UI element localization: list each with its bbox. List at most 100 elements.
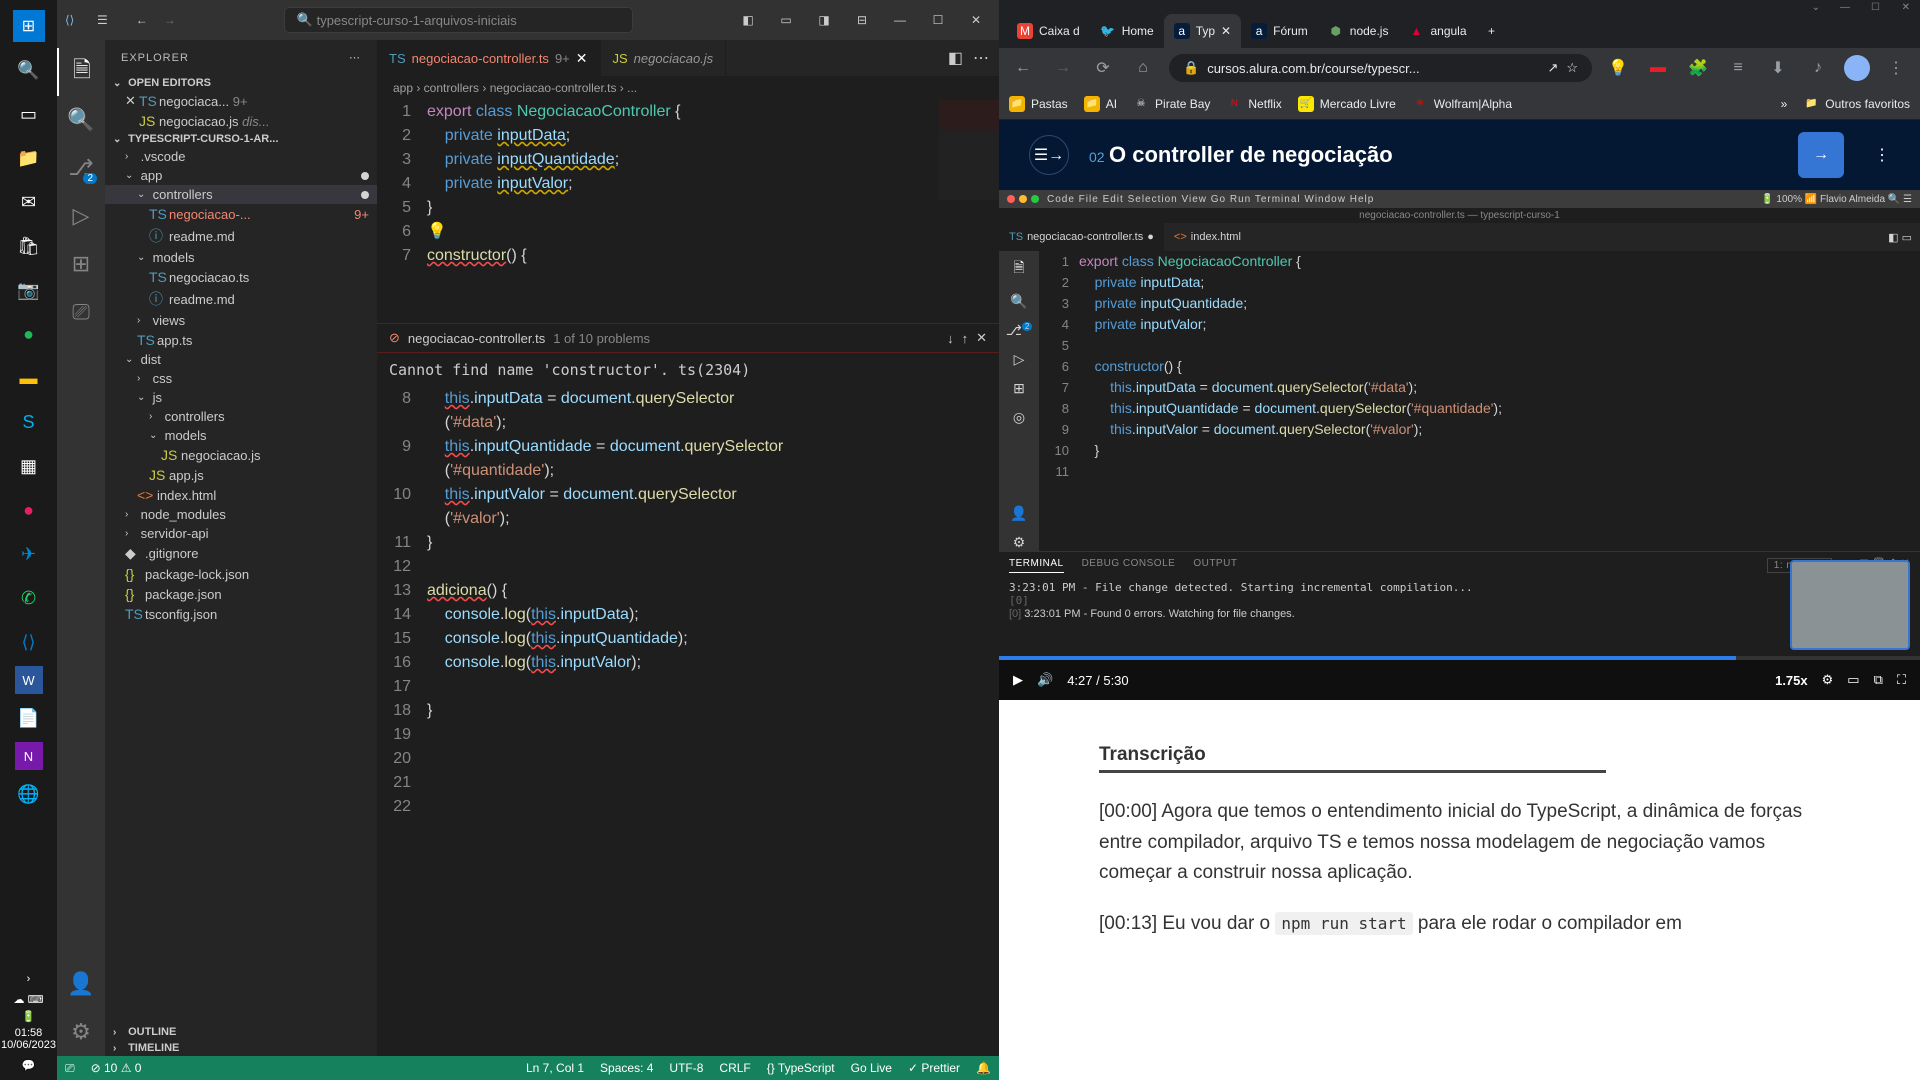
browser-tab[interactable]: MCaixa d <box>1007 14 1090 48</box>
tree-folder[interactable]: ⌄ models <box>105 248 377 267</box>
timeline-section[interactable]: › TIMELINE <box>105 1040 377 1056</box>
tree-folder[interactable]: ⌄ dist <box>105 350 377 369</box>
forward-icon[interactable]: → <box>1049 54 1077 82</box>
go-live[interactable]: Go Live <box>851 1061 892 1075</box>
more-icon[interactable]: ⋯ <box>973 48 989 68</box>
chrome-icon[interactable]: 🌐 <box>9 774 49 814</box>
bookmark-item[interactable]: 📁Pastas <box>1009 96 1068 112</box>
browser-tab[interactable]: aFórum <box>1241 14 1318 48</box>
tree-folder[interactable]: ⌄ controllers <box>105 185 377 204</box>
explorer-icon[interactable]: 🗎 <box>57 48 105 96</box>
tree-folder[interactable]: ⌄ js <box>105 388 377 407</box>
volume-icon[interactable]: 🔊 <box>1037 672 1053 688</box>
debug-icon[interactable]: ▷ <box>57 192 105 240</box>
store-icon[interactable]: 🛍 <box>9 226 49 266</box>
browser-tab[interactable]: ▲angula <box>1398 14 1476 48</box>
tree-folder[interactable]: ⌄ app <box>105 166 377 185</box>
tree-file[interactable]: <>index.html <box>105 485 377 505</box>
clock-time[interactable]: 01:58 <box>1 1027 56 1039</box>
menu-icon[interactable]: ⋮ <box>1882 54 1910 82</box>
notifications-icon[interactable]: 🔔 <box>976 1061 991 1075</box>
downloads-icon[interactable]: ⬇ <box>1764 54 1792 82</box>
eol[interactable]: CRLF <box>719 1061 750 1075</box>
source-control-icon[interactable]: ⎇2 <box>57 144 105 192</box>
next-icon[interactable]: ↓ <box>947 331 954 346</box>
tree-folder[interactable]: › servidor-api <box>105 524 377 543</box>
nav-forward-icon[interactable]: → <box>164 13 176 27</box>
file-explorer-icon[interactable]: 📁 <box>9 138 49 178</box>
next-button[interactable]: → <box>1798 132 1844 178</box>
extension-icon[interactable]: 💡 <box>1604 54 1632 82</box>
layout-icon[interactable]: ◧ <box>733 5 763 35</box>
encoding[interactable]: UTF-8 <box>669 1061 703 1075</box>
command-center[interactable]: 🔍 typescript-curso-1-arquivos-iniciais <box>284 7 633 33</box>
start-button[interactable]: ⊞ <box>9 6 49 46</box>
split-icon[interactable]: ◧ <box>948 48 963 68</box>
errors-indicator[interactable]: ⊘ 10 ⚠ 0 <box>91 1061 142 1075</box>
prev-icon[interactable]: ↑ <box>962 331 969 346</box>
search-icon[interactable]: 🔍 <box>57 96 105 144</box>
skype-icon[interactable]: S <box>9 402 49 442</box>
settings-icon[interactable]: ⚙ <box>57 1008 105 1056</box>
more-icon[interactable]: ⋯ <box>349 51 361 64</box>
pdf-icon[interactable]: ▬ <box>1644 54 1672 82</box>
open-editor-item[interactable]: ✕TS negociaca... 9+ <box>105 91 377 111</box>
app-icon[interactable]: 📄 <box>9 698 49 738</box>
new-tab-button[interactable]: + <box>1477 14 1507 48</box>
minimize-icon[interactable]: — <box>885 5 915 35</box>
window-minimize-icon[interactable]: ⌄ <box>1812 2 1820 13</box>
tree-folder[interactable]: › controllers <box>105 407 377 426</box>
whatsapp-icon[interactable]: ✆ <box>9 578 49 618</box>
speed-control[interactable]: 1.75x <box>1775 673 1808 688</box>
editor-tab[interactable]: TSnegociacao-controller.ts 9+✕ <box>377 40 601 76</box>
layout-icon[interactable]: ◨ <box>809 5 839 35</box>
window-minimize-icon[interactable]: — <box>1840 2 1850 13</box>
menu-button[interactable]: ☰→ <box>1029 135 1069 175</box>
back-icon[interactable]: ← <box>1009 54 1037 82</box>
outline-section[interactable]: › OUTLINE <box>105 1024 377 1040</box>
bookmark-item[interactable]: 📁AI <box>1084 96 1117 112</box>
remote-indicator[interactable]: ⎚ <box>65 1061 75 1076</box>
close-icon[interactable]: ✕ <box>1221 24 1231 38</box>
close-icon[interactable]: ✕ <box>576 50 588 67</box>
tree-file[interactable]: TSnegociacao.ts <box>105 267 377 287</box>
window-close-icon[interactable]: ✕ <box>1902 2 1910 13</box>
indentation[interactable]: Spaces: 4 <box>600 1061 653 1075</box>
app-icon[interactable]: 📷 <box>9 270 49 310</box>
more-icon[interactable]: ⋮ <box>1874 145 1890 165</box>
home-icon[interactable]: ⌂ <box>1129 54 1157 82</box>
theater-icon[interactable]: ▭ <box>1847 672 1859 688</box>
bookmark-item[interactable]: NNetflix <box>1226 96 1281 112</box>
bookmark-item[interactable]: ☠Pirate Bay <box>1133 96 1210 112</box>
remote-icon[interactable]: ⎚ <box>57 288 105 336</box>
settings-icon[interactable]: ⚙ <box>1822 672 1834 688</box>
browser-tab[interactable]: aTyp✕ <box>1164 14 1241 48</box>
search-icon[interactable]: 🔍 <box>9 50 49 90</box>
profile-icon[interactable] <box>1844 55 1870 81</box>
tree-file[interactable]: TStsconfig.json <box>105 604 377 624</box>
maximize-icon[interactable]: ☐ <box>923 5 953 35</box>
app-icon[interactable]: ▦ <box>9 446 49 486</box>
tree-folder[interactable]: › node_modules <box>105 505 377 524</box>
tree-file[interactable]: ⓘreadme.md <box>105 287 377 311</box>
tree-folder[interactable]: ⌄ models <box>105 426 377 445</box>
extensions-icon[interactable]: ⊞ <box>57 240 105 288</box>
breadcrumbs[interactable]: app › controllers › negociacao-controlle… <box>377 76 999 100</box>
tree-file[interactable]: {}package-lock.json <box>105 564 377 584</box>
telegram-icon[interactable]: ✈ <box>9 534 49 574</box>
url-bar[interactable]: 🔒 cursos.alura.com.br/course/typescr... … <box>1169 54 1592 82</box>
mail-icon[interactable]: ✉ <box>9 182 49 222</box>
open-editors-section[interactable]: ⌄ OPEN EDITORS <box>105 75 377 91</box>
code-editor[interactable]: 1234567 export class NegociacaoControlle… <box>377 100 999 323</box>
reading-list-icon[interactable]: ≡ <box>1724 54 1752 82</box>
minimap[interactable] <box>939 100 999 200</box>
layout-icon[interactable]: ⊟ <box>847 5 877 35</box>
nav-back-icon[interactable]: ← <box>136 13 148 27</box>
music-icon[interactable]: ♪ <box>1804 54 1832 82</box>
tree-file[interactable]: TSnegociacao-... 9+ <box>105 204 377 224</box>
other-bookmarks[interactable]: 📁Outros favoritos <box>1803 96 1910 112</box>
browser-tab[interactable]: ⬢node.js <box>1318 14 1399 48</box>
play-icon[interactable]: ▶ <box>1013 672 1023 688</box>
task-view-icon[interactable]: ▭ <box>9 94 49 134</box>
browser-tab[interactable]: 🐦Home <box>1090 14 1164 48</box>
